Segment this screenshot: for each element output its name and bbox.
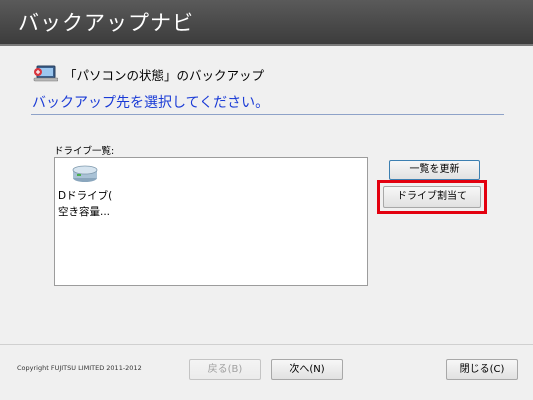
drive-name: Dドライブ( (58, 190, 113, 202)
window-title: バックアップナビ (18, 11, 194, 35)
drive-label: Dドライブ( 空き容量... (58, 188, 116, 220)
drive-item-d[interactable]: Dドライブ( 空き容量... (57, 162, 117, 220)
drive-list-label: ドライブ一覧: (54, 146, 115, 157)
instruction-text: バックアップ先を選択してください。 (32, 95, 270, 111)
refresh-list-button[interactable]: 一覧を更新 (389, 160, 480, 180)
hard-drive-icon (72, 165, 98, 182)
pc-backup-icon (33, 65, 58, 82)
back-button[interactable]: 戻る(B) (189, 359, 261, 380)
title-bar: バックアップナビ (0, 0, 533, 46)
divider (31, 114, 504, 115)
section-title: 「パソコンの状態」のバックアップ (64, 67, 265, 83)
next-button[interactable]: 次へ(N) (271, 359, 343, 380)
drive-list[interactable]: Dドライブ( 空き容量... (54, 157, 368, 286)
drive-free-space: 空き容量... (58, 206, 111, 218)
copyright-text: Copyright FUJITSU LIMITED 2011-2012 (17, 364, 142, 372)
assign-drive-button[interactable]: ドライブ割当て (383, 186, 481, 208)
section-header: 「パソコンの状態」のバックアップ (32, 64, 264, 84)
close-button[interactable]: 閉じる(C) (446, 359, 518, 380)
footer-divider (0, 344, 533, 345)
